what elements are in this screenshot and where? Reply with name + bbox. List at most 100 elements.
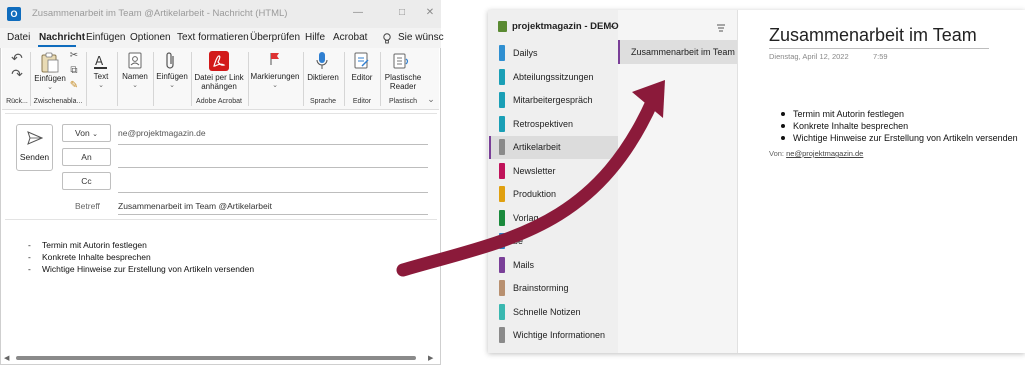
page-time: 7:59 <box>873 52 888 61</box>
chevron-down-icon[interactable]: ⌄ <box>34 83 66 91</box>
tab-acrobat[interactable]: Acrobat <box>333 32 367 43</box>
acrobat-icon[interactable] <box>209 51 229 71</box>
microphone-icon[interactable] <box>316 51 328 71</box>
undo-icon[interactable]: ↶ <box>10 50 24 67</box>
tab-hilfe[interactable]: Hilfe <box>305 32 325 43</box>
from-field[interactable]: ne@projektmagazin.de <box>118 128 206 138</box>
cc-field[interactable] <box>118 192 428 193</box>
cut-icon[interactable]: ✂ <box>68 50 80 61</box>
note-bullet-3[interactable]: Wichtige Hinweise zur Erstellung von Art… <box>793 133 1018 143</box>
page-item-label: Zusammenarbeit im Team <box>631 47 735 57</box>
section-item-label[interactable]: Dailys <box>513 48 538 58</box>
sort-icon[interactable] <box>716 20 726 32</box>
tab-einfuegen[interactable]: Einfügen <box>86 32 125 43</box>
note-source: Von: ne@projektmagazin.de <box>769 149 863 158</box>
lightbulb-icon <box>383 31 391 44</box>
editor-label[interactable]: Editor <box>346 73 378 82</box>
transfer-arrow-icon <box>396 80 665 277</box>
page-date: Dienstag, April 12, 2022 <box>769 52 849 61</box>
paste-icon[interactable] <box>40 52 60 74</box>
markierungen-label[interactable]: Markierungen <box>250 72 300 81</box>
window-title: Zusammenarbeit im Team @Artikelarbeit - … <box>32 8 288 19</box>
chevron-down-icon[interactable]: ⌄ <box>120 81 150 89</box>
bullet-dot <box>781 136 785 140</box>
bullet-marker: - <box>28 240 31 250</box>
note-bullet-2[interactable]: Konkrete Inhalte besprechen <box>793 121 908 131</box>
namen-label[interactable]: Namen <box>120 72 150 81</box>
page-title[interactable]: Zusammenarbeit im Team <box>769 25 977 46</box>
subject-field-underline <box>118 214 428 215</box>
group-label-sprache: Sprache <box>309 98 337 105</box>
chevron-down-icon: ⌄ <box>92 131 98 138</box>
datei-link-label-2[interactable]: anhängen <box>194 82 244 91</box>
bullet-dot <box>781 112 785 116</box>
title-underline <box>769 48 989 49</box>
chevron-down-icon[interactable]: ⌄ <box>609 20 617 31</box>
ribbon-separator <box>117 52 118 106</box>
from-button[interactable]: Von ⌄ <box>62 124 111 142</box>
notebook-name[interactable]: projektmagazin - DEMO <box>512 21 619 32</box>
format-painter-icon[interactable]: ✎ <box>68 80 80 91</box>
body-line-1[interactable]: Termin mit Autorin festlegen <box>42 240 147 250</box>
body-line-3[interactable]: Wichtige Hinweise zur Erstellung von Art… <box>42 264 254 274</box>
redo-icon[interactable]: ↷ <box>10 66 24 83</box>
flag-icon[interactable] <box>269 52 281 66</box>
svg-text:A: A <box>95 54 104 68</box>
section-color-tab <box>499 327 505 343</box>
paste-label[interactable]: Einfügen <box>34 74 66 83</box>
to-field[interactable] <box>118 167 428 168</box>
tab-nachricht[interactable]: Nachricht <box>39 32 85 43</box>
ribbon-separator <box>344 52 345 106</box>
ribbon-separator <box>248 52 249 106</box>
text-format-icon[interactable]: A <box>92 52 110 70</box>
section-color-tab <box>499 280 505 296</box>
active-tab-indicator <box>38 45 76 47</box>
ribbon-separator <box>380 52 381 106</box>
chevron-down-icon[interactable]: ⌄ <box>250 81 300 89</box>
einfuegen-label[interactable]: Einfügen <box>154 72 190 81</box>
tab-ueberpruefen[interactable]: Überprüfen <box>250 32 300 43</box>
text-label[interactable]: Text <box>88 72 114 81</box>
immersive-reader-icon[interactable] <box>393 52 411 70</box>
body-line-2[interactable]: Konkrete Inhalte besprechen <box>42 252 151 262</box>
bullet-marker: - <box>28 252 31 262</box>
tab-datei[interactable]: Datei <box>7 32 30 43</box>
cc-button[interactable]: Cc <box>62 172 111 190</box>
datei-link-label-1[interactable]: Datei per Link <box>194 73 244 82</box>
ribbon-separator <box>86 52 87 106</box>
tab-optionen[interactable]: Optionen <box>130 32 171 43</box>
note-bullet-1[interactable]: Termin mit Autorin festlegen <box>793 109 904 119</box>
section-item-label[interactable]: Wichtige Informationen <box>513 330 605 340</box>
search-hint[interactable]: Sie wünsc <box>398 32 444 43</box>
attach-icon[interactable] <box>164 52 178 70</box>
tab-text-formatieren[interactable]: Text formatieren <box>177 32 249 43</box>
maximize-icon[interactable]: □ <box>396 7 408 19</box>
outlook-logo-icon: O <box>7 7 21 21</box>
note-source-link[interactable]: ne@projektmagazin.de <box>786 149 863 158</box>
scroll-right-icon[interactable]: ▶ <box>428 354 433 362</box>
scroll-left-icon[interactable]: ◀ <box>4 354 9 362</box>
from-button-label: Von <box>75 128 90 138</box>
to-button[interactable]: An <box>62 148 111 166</box>
close-icon[interactable]: ✕ <box>424 7 436 19</box>
subject-field[interactable]: Zusammenarbeit im Team @Artikelarbeit <box>118 201 272 211</box>
section-item-label[interactable]: Brainstorming <box>513 283 569 293</box>
chevron-down-icon[interactable]: ⌄ <box>154 81 190 89</box>
group-label-editor: Editor <box>352 98 372 105</box>
address-book-icon[interactable] <box>127 52 143 70</box>
section-color-tab <box>499 304 505 320</box>
active-page-edge <box>618 40 620 64</box>
chevron-down-icon[interactable]: ⌄ <box>88 81 114 89</box>
copy-icon[interactable]: ⧉ <box>68 65 80 76</box>
group-label-adobe: Adobe Acrobat <box>196 98 242 105</box>
section-color-tab <box>499 45 505 61</box>
editor-icon[interactable] <box>354 52 370 70</box>
bullet-dot <box>781 124 785 128</box>
subject-label: Betreff <box>75 201 100 211</box>
minimize-icon[interactable]: — <box>352 7 364 19</box>
note-source-label: Von: <box>769 149 785 158</box>
horizontal-scrollbar[interactable] <box>16 356 416 360</box>
section-item-label[interactable]: Schnelle Notizen <box>513 307 581 317</box>
group-label-rueck: Rück... <box>6 98 28 105</box>
diktieren-label[interactable]: Diktieren <box>304 73 342 82</box>
